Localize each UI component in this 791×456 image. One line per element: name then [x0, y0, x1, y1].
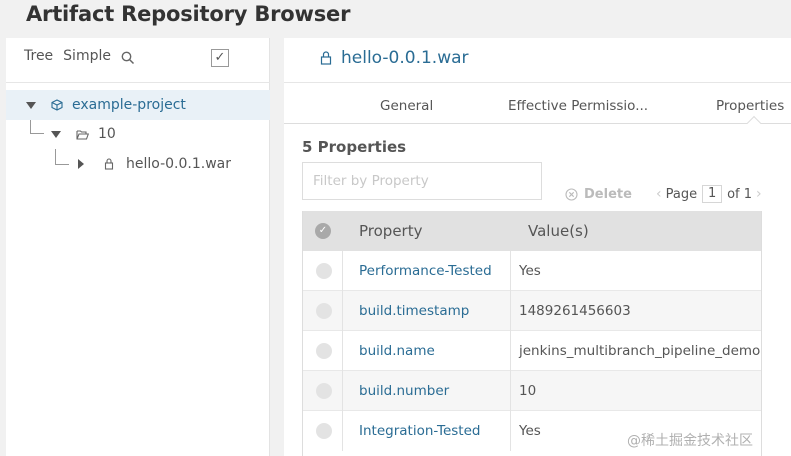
- property-key[interactable]: Performance-Tested: [359, 263, 492, 279]
- detail-panel: hello-0.0.1.war General Effective Permis…: [284, 38, 791, 456]
- table-header: ✓ Property Value(s): [303, 211, 761, 251]
- page-number-input[interactable]: 1: [702, 185, 723, 203]
- table-row[interactable]: build.number 10: [303, 371, 761, 411]
- property-key[interactable]: build.name: [359, 343, 435, 359]
- property-value: Yes: [519, 423, 541, 439]
- tree-item-label: example-project: [72, 97, 186, 113]
- property-key[interactable]: build.number: [359, 383, 449, 399]
- folder-open-icon: [76, 129, 89, 140]
- simple-mode-button[interactable]: Simple: [63, 48, 111, 64]
- row-select-checkbox[interactable]: [316, 383, 332, 399]
- property-key[interactable]: build.timestamp: [359, 303, 469, 319]
- tabs-underline: [284, 123, 791, 124]
- close-circle-icon: [565, 188, 578, 201]
- pagination: ‹ Page 1 of 1 ›: [652, 185, 766, 203]
- tab-effective-permissions[interactable]: Effective Permissio...: [508, 98, 648, 114]
- row-select-cell: [303, 411, 343, 451]
- row-select-checkbox[interactable]: [316, 303, 332, 319]
- row-select-cell: [303, 331, 343, 371]
- detail-header: hello-0.0.1.war: [320, 48, 469, 68]
- table-row[interactable]: build.timestamp 1489261456603: [303, 291, 761, 331]
- page-total-label: of 1: [727, 186, 753, 202]
- column-header-values[interactable]: Value(s): [528, 222, 589, 240]
- row-select-checkbox[interactable]: [316, 343, 332, 359]
- row-select-cell: [303, 251, 343, 291]
- property-key[interactable]: Integration-Tested: [359, 423, 480, 439]
- detail-file-name: hello-0.0.1.war: [341, 48, 469, 68]
- row-select-cell: [303, 371, 343, 411]
- property-value: Yes: [519, 263, 541, 279]
- show-checkbox[interactable]: ✓: [211, 49, 229, 67]
- file-lock-icon: [104, 158, 114, 170]
- tree-item-label: hello-0.0.1.war: [126, 156, 231, 172]
- tree-item-file[interactable]: hello-0.0.1.war: [6, 149, 270, 179]
- tree-toolbar: Tree Simple: [24, 48, 145, 65]
- watermark-text: @稀土掘金技术社区: [627, 433, 753, 449]
- chevron-right-icon[interactable]: ›: [756, 186, 762, 202]
- tab-general[interactable]: General: [380, 98, 433, 114]
- delete-label: Delete: [584, 187, 632, 202]
- property-value: 1489261456603: [519, 303, 631, 319]
- active-tab-indicator: [746, 115, 762, 131]
- row-select-checkbox[interactable]: [316, 423, 332, 439]
- column-header-property[interactable]: Property: [359, 222, 422, 240]
- property-value: jenkins_multibranch_pipeline_demo: [519, 343, 761, 359]
- properties-table: ✓ Property Value(s) Performance-Tested Y…: [302, 211, 762, 456]
- row-select-cell: [303, 291, 343, 331]
- page-title: Artifact Repository Browser: [26, 2, 351, 26]
- table-row[interactable]: Performance-Tested Yes: [303, 251, 761, 291]
- header-divider: [284, 82, 791, 83]
- page-label: Page: [665, 186, 698, 202]
- file-lock-icon: [320, 51, 332, 65]
- tree-mode-button[interactable]: Tree: [24, 48, 53, 64]
- delete-button[interactable]: Delete: [565, 187, 632, 202]
- row-select-checkbox[interactable]: [316, 263, 332, 279]
- properties-count: 5 Properties: [302, 138, 407, 156]
- chevron-left-icon[interactable]: ‹: [656, 186, 662, 202]
- tree-panel: Tree Simple ✓ example-project 10 hello-0…: [6, 38, 270, 456]
- caret-down-icon[interactable]: [26, 101, 36, 109]
- tree-item-project[interactable]: example-project: [6, 90, 270, 120]
- filter-by-property-input[interactable]: [302, 162, 542, 200]
- caret-down-icon[interactable]: [51, 130, 61, 138]
- property-value: 10: [519, 383, 537, 399]
- toolbar-divider: [6, 82, 270, 83]
- table-row[interactable]: build.name jenkins_multibranch_pipeline_…: [303, 331, 761, 371]
- tree-item-label: 10: [98, 126, 116, 142]
- tree-item-folder[interactable]: 10: [6, 119, 270, 149]
- select-all-checkbox[interactable]: ✓: [315, 223, 331, 239]
- tab-properties[interactable]: Properties: [716, 98, 784, 114]
- package-icon: [51, 99, 63, 111]
- caret-right-icon[interactable]: [78, 159, 84, 169]
- search-icon[interactable]: [121, 51, 135, 65]
